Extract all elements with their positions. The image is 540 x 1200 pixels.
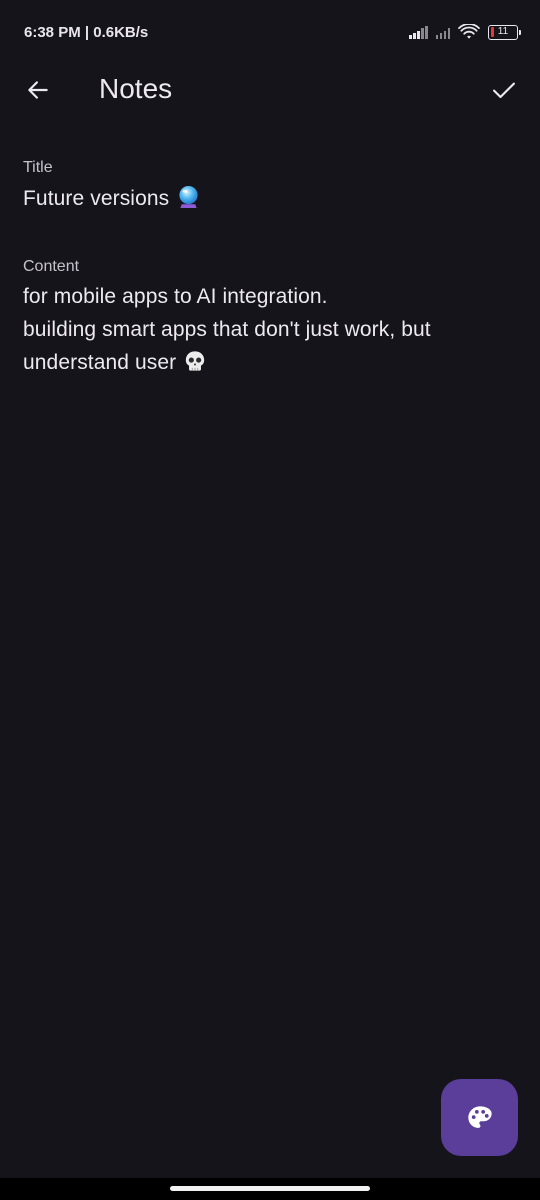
save-button[interactable] bbox=[484, 70, 524, 110]
page-title: Notes bbox=[99, 73, 173, 104]
content-input[interactable]: for mobile apps to AI integration. build… bbox=[23, 280, 516, 379]
app-bar: Notes bbox=[0, 64, 540, 116]
home-indicator[interactable] bbox=[170, 1186, 370, 1191]
status-time: 6:38 PM | 0.6KB/s bbox=[24, 24, 149, 41]
color-palette-button[interactable] bbox=[441, 1079, 518, 1156]
back-button[interactable] bbox=[18, 70, 58, 110]
title-label: Title bbox=[23, 159, 53, 176]
check-icon bbox=[493, 82, 515, 99]
crystal-ball-icon bbox=[179, 186, 198, 209]
content-line-last: understand user bbox=[23, 346, 516, 379]
palette-icon bbox=[467, 1105, 492, 1128]
title-input[interactable]: Future versions bbox=[23, 182, 516, 215]
title-text: Future versions bbox=[23, 187, 170, 210]
status-icons: 11 bbox=[409, 22, 521, 42]
signal-icon bbox=[409, 25, 428, 39]
content-line-text: understand user bbox=[23, 351, 177, 374]
title-field[interactable]: Title Future versions bbox=[23, 159, 516, 215]
signal-no-service-icon bbox=[435, 26, 450, 39]
content-field[interactable]: Content for mobile apps to AI integratio… bbox=[23, 258, 516, 379]
skull-icon bbox=[186, 351, 205, 372]
wifi-icon bbox=[458, 24, 480, 39]
content-line: for mobile apps to AI integration. bbox=[23, 285, 328, 308]
arrow-left-icon bbox=[28, 81, 48, 99]
status-bar: 6:38 PM | 0.6KB/s 11 bbox=[0, 0, 540, 64]
content-line: building smart apps that don't just work… bbox=[23, 318, 431, 341]
battery-level: 11 bbox=[497, 26, 509, 37]
content-label: Content bbox=[23, 258, 80, 275]
battery-icon: 11 bbox=[488, 24, 521, 40]
